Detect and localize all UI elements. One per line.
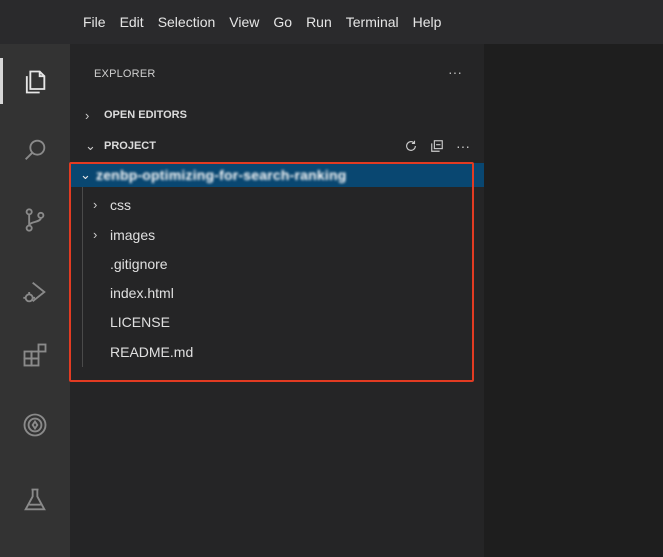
menu-items: File Edit Selection View Go Run Terminal… [83, 0, 455, 44]
menu-file[interactable]: File [83, 14, 106, 30]
menu-go[interactable]: Go [273, 14, 292, 30]
menu-help[interactable]: Help [413, 14, 442, 30]
project-actions: ··· [404, 135, 470, 157]
activity-bar [0, 44, 70, 557]
remote-icon[interactable] [19, 409, 51, 441]
highlight-box [69, 162, 474, 382]
chevron-right-icon: › [85, 107, 90, 123]
editor-area[interactable] [484, 44, 663, 557]
open-editors-label: OPEN EDITORS [104, 109, 187, 121]
collapse-all-icon[interactable] [430, 139, 444, 153]
project-more-icon[interactable]: ··· [456, 138, 470, 154]
run-debug-icon[interactable] [19, 276, 51, 308]
chevron-down-icon: ⌄ [85, 138, 96, 153]
files-icon[interactable] [19, 66, 51, 98]
menu-edit[interactable]: Edit [120, 14, 144, 30]
testing-icon[interactable] [19, 484, 51, 516]
extensions-icon[interactable] [19, 339, 51, 371]
search-icon[interactable] [19, 134, 51, 166]
project-label: PROJECT [104, 140, 156, 152]
menu-selection[interactable]: Selection [158, 14, 216, 30]
menu-bar: File Edit Selection View Go Run Terminal… [0, 0, 663, 44]
explorer-title: EXPLORER [94, 68, 156, 80]
explorer-more-icon[interactable]: ··· [448, 64, 462, 80]
open-editors-section[interactable]: › OPEN EDITORS [70, 104, 484, 126]
project-section[interactable]: ⌄ PROJECT ··· [70, 135, 484, 157]
menu-view[interactable]: View [229, 14, 259, 30]
menu-terminal[interactable]: Terminal [346, 14, 399, 30]
active-indicator [0, 58, 3, 104]
menu-run[interactable]: Run [306, 14, 332, 30]
refresh-icon[interactable] [404, 139, 418, 153]
source-control-icon[interactable] [19, 204, 51, 236]
